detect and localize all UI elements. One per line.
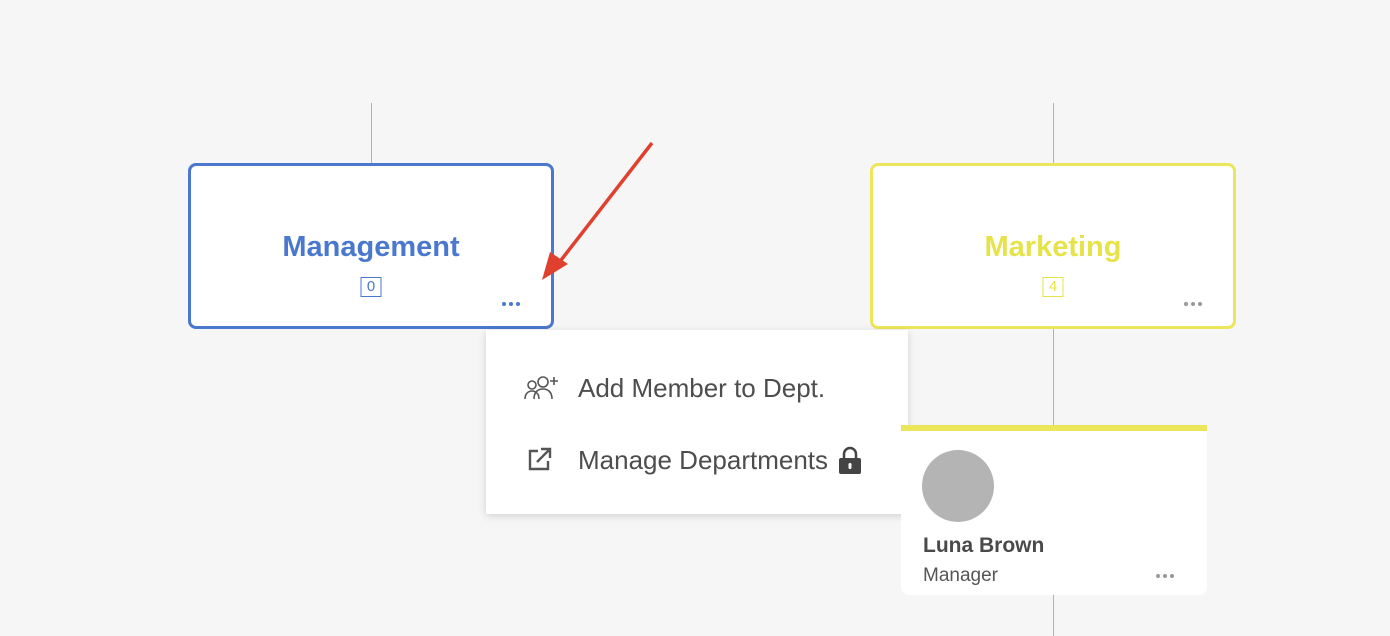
connector-line (1053, 329, 1054, 425)
dot (1163, 574, 1167, 578)
dot (509, 302, 513, 306)
more-options-button[interactable] (498, 298, 524, 310)
member-role: Manager (923, 565, 998, 586)
add-people-icon (524, 373, 564, 403)
connector-line (1053, 103, 1054, 163)
more-options-button[interactable] (1180, 298, 1206, 310)
menu-item-add-member[interactable]: Add Member to Dept. (486, 352, 908, 424)
dot (1156, 574, 1160, 578)
dept-name: Marketing (984, 231, 1122, 263)
member-name: Luna Brown (923, 534, 1045, 557)
dot (1184, 302, 1188, 306)
dept-member-count: 4 (1042, 277, 1064, 297)
member-card[interactable]: Luna Brown Manager (901, 425, 1207, 595)
avatar (922, 450, 994, 522)
menu-item-label: Add Member to Dept. (578, 372, 826, 403)
more-options-button[interactable] (1152, 570, 1178, 582)
connector-line (371, 103, 372, 163)
dot (1170, 574, 1174, 578)
menu-item-manage-departments[interactable]: Manage Departments (486, 424, 908, 496)
connector-line (1053, 595, 1054, 636)
dept-card-marketing[interactable]: Marketing 4 (870, 163, 1236, 329)
dept-context-menu: Add Member to Dept. Manage Departments (486, 330, 908, 514)
menu-item-label: Manage Departments (578, 444, 829, 475)
dot (502, 302, 506, 306)
annotation-arrow-icon (542, 141, 654, 280)
dept-member-count: 0 (360, 277, 382, 297)
dot (1191, 302, 1195, 306)
dot (516, 302, 520, 306)
dept-card-management[interactable]: Management 0 (188, 163, 554, 329)
dot (1198, 302, 1202, 306)
dept-name: Management (282, 231, 460, 263)
lock-icon (838, 445, 862, 475)
external-link-icon (524, 445, 564, 475)
